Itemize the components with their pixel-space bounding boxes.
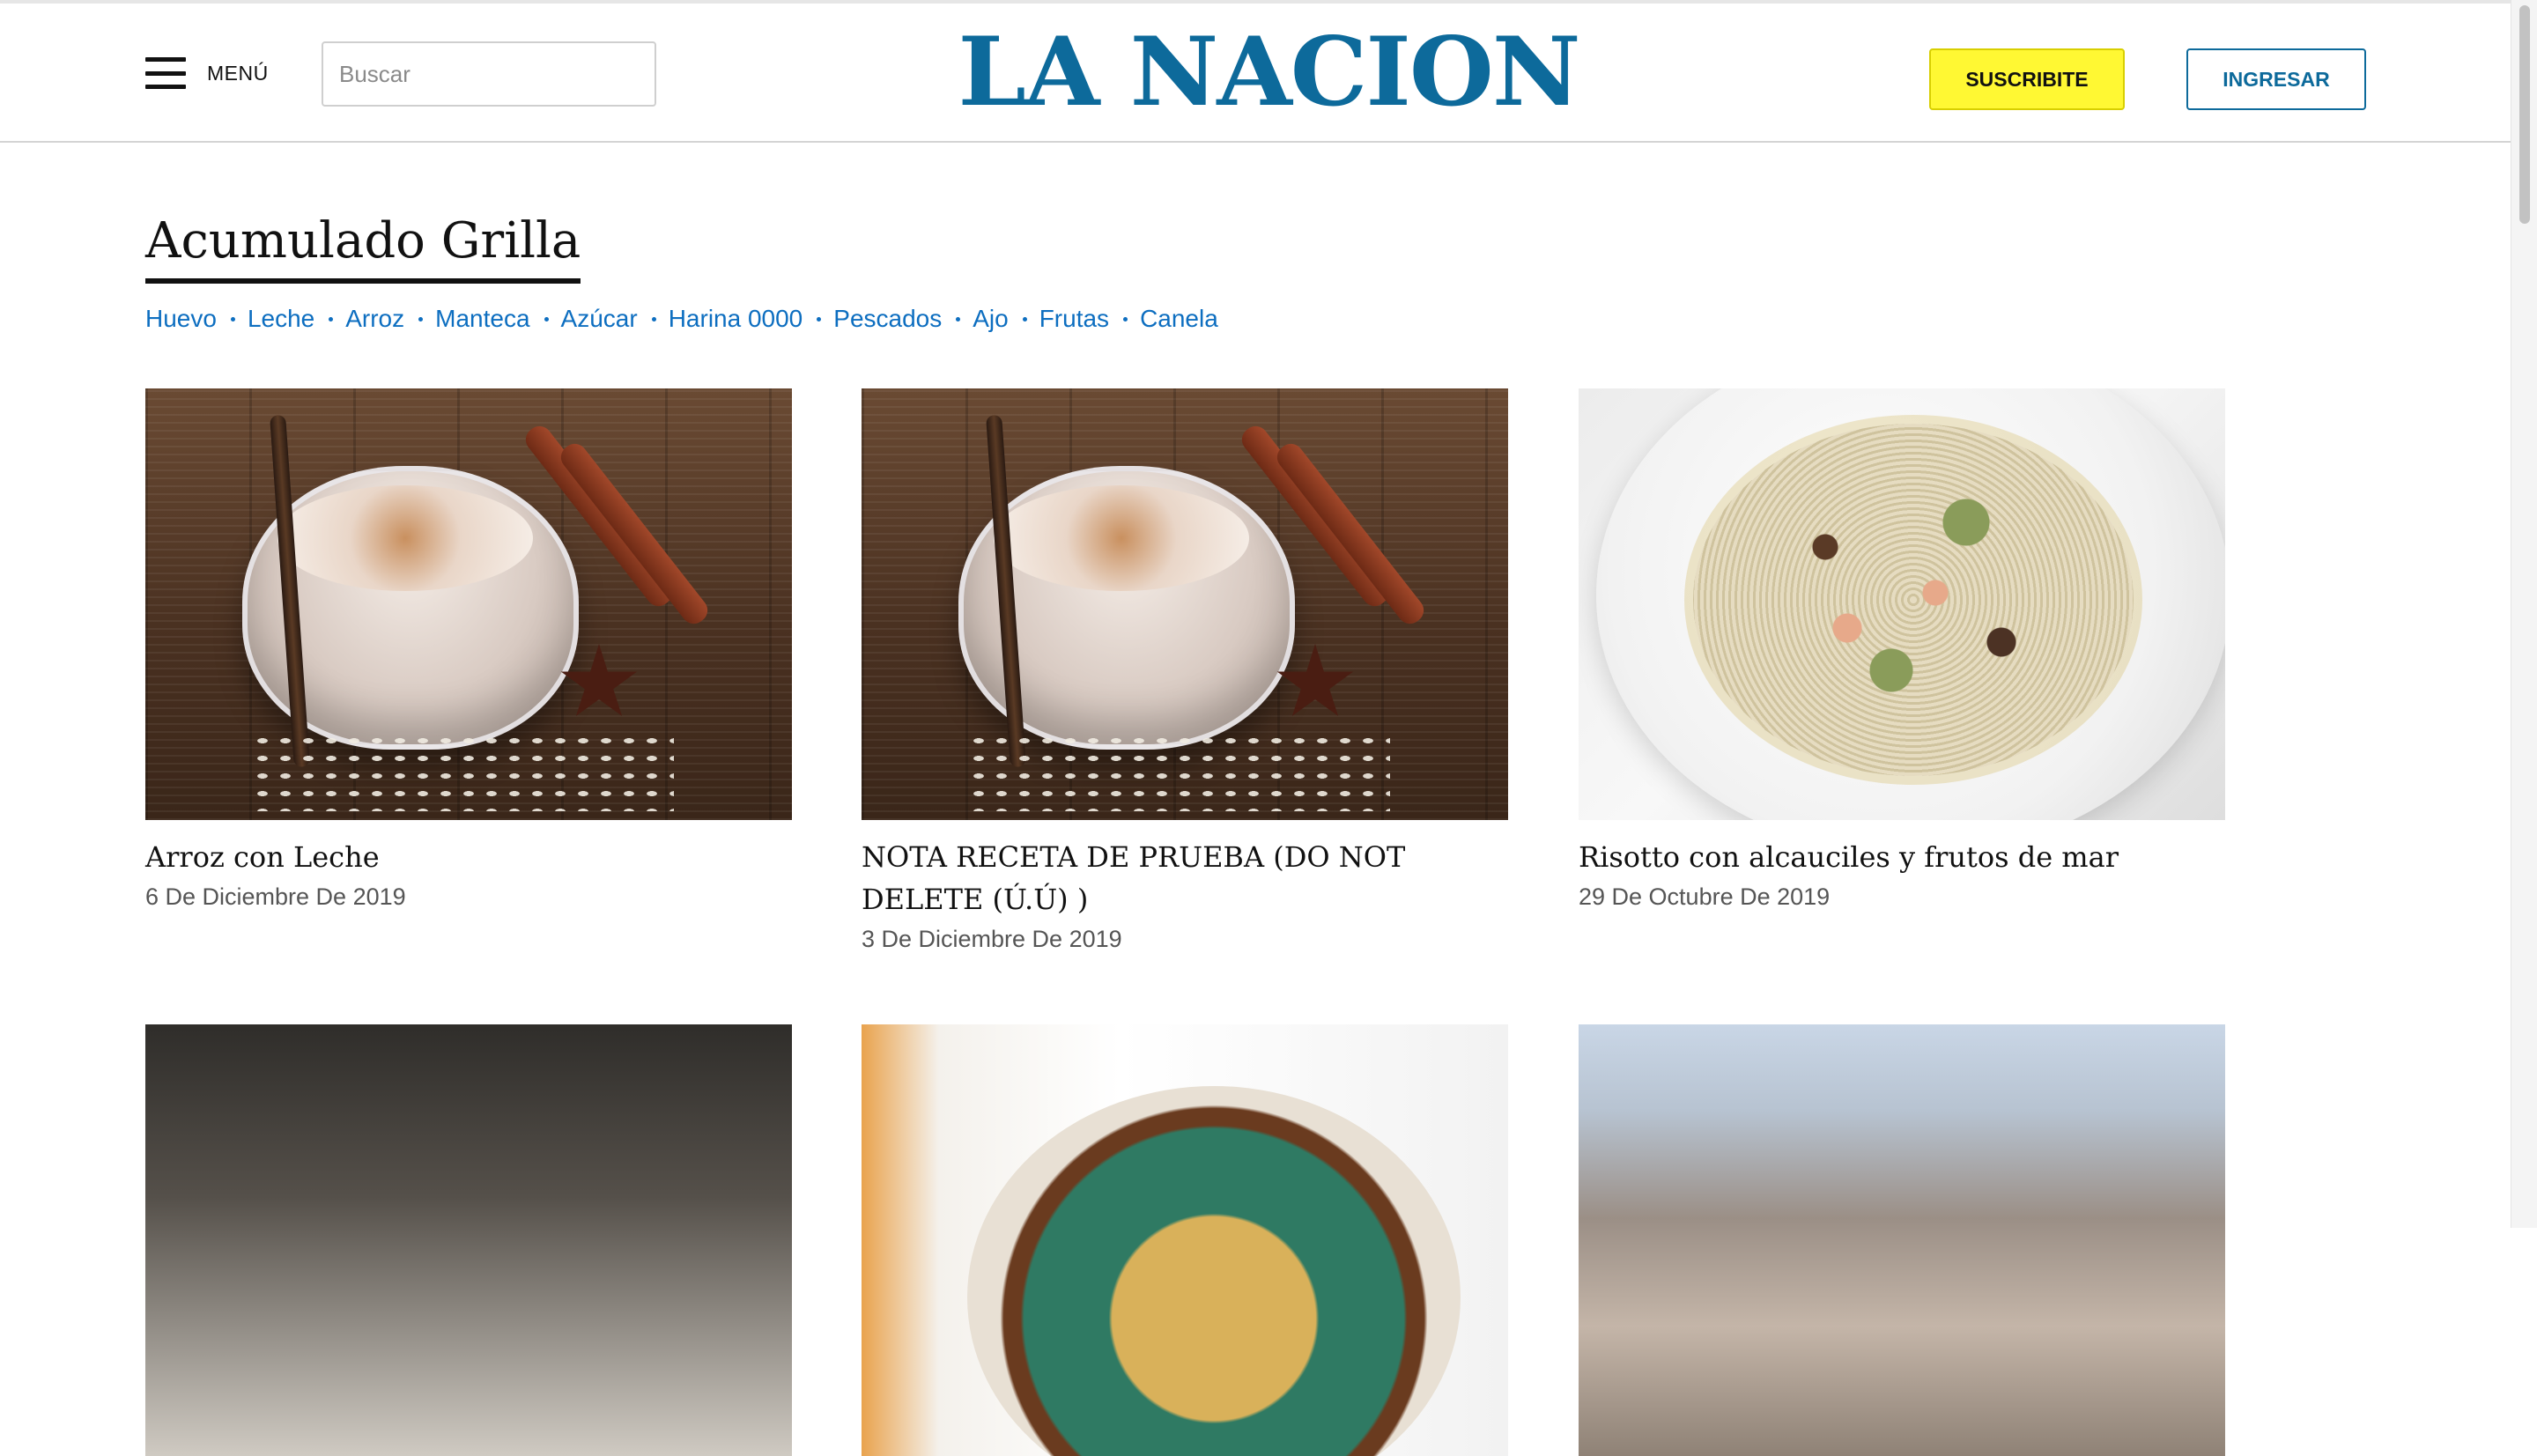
card-date: 6 De Diciembre De 2019 (145, 883, 406, 910)
city-skyline-photo[interactable] (1579, 1024, 2225, 1456)
tag-manteca[interactable]: Manteca (435, 305, 529, 333)
tag-separator (1022, 316, 1027, 322)
subscribe-button[interactable]: SUSCRIBITE (1929, 48, 2125, 110)
tag-leche[interactable]: Leche (248, 305, 314, 333)
page-title: Acumulado Grilla (145, 204, 581, 284)
recipe-card[interactable]: NOTA RECETA DE PRUEBA (DO NOT DELETE (Ú.… (862, 388, 1508, 953)
tag-separator (1123, 316, 1128, 322)
card-title[interactable]: Arroz con Leche (145, 836, 792, 878)
recipe-card[interactable] (862, 1024, 1508, 1456)
recipe-card[interactable]: Arroz con Leche 6 De Diciembre De 2019 (145, 388, 792, 911)
site-logo[interactable]: LA NACION (837, 16, 1699, 129)
recipe-card[interactable] (145, 1024, 792, 1456)
tag-ajo[interactable]: Ajo (973, 305, 1008, 333)
restaurant-dish-photo[interactable] (145, 1024, 792, 1456)
tag-separator (651, 316, 656, 322)
arroz-con-leche-photo[interactable] (862, 388, 1508, 820)
seafood-bowl-photo[interactable] (862, 1024, 1508, 1456)
arroz-con-leche-photo[interactable] (145, 388, 792, 820)
tag-separator (544, 316, 549, 322)
tag-separator (817, 316, 822, 322)
tag-frutas[interactable]: Frutas (1039, 305, 1109, 333)
login-button[interactable]: INGRESAR (2186, 48, 2366, 110)
menu-label: MENÚ (207, 61, 269, 85)
tag-canela[interactable]: Canela (1140, 305, 1218, 333)
ingredient-tags: Huevo Leche Arroz Manteca Azúcar Harina … (145, 305, 1218, 333)
tag-separator (956, 316, 961, 322)
tag-pescados[interactable]: Pescados (833, 305, 942, 333)
tag-huevo[interactable]: Huevo (145, 305, 217, 333)
menu-button[interactable]: MENÚ (145, 55, 269, 92)
card-title[interactable]: Risotto con alcauciles y frutos de mar (1579, 836, 2225, 878)
card-title[interactable]: NOTA RECETA DE PRUEBA (DO NOT DELETE (Ú.… (862, 836, 1508, 920)
tag-azucar[interactable]: Azúcar (561, 305, 638, 333)
tag-separator (329, 316, 334, 322)
hamburger-icon (145, 57, 186, 89)
risotto-photo[interactable] (1579, 388, 2225, 820)
site-header: MENÚ LA NACION SUSCRIBITE INGRESAR (0, 4, 2511, 143)
tag-separator (230, 316, 235, 322)
card-date: 3 De Diciembre De 2019 (862, 926, 1122, 952)
recipe-card[interactable]: Risotto con alcauciles y frutos de mar 2… (1579, 388, 2225, 911)
tag-separator (418, 316, 424, 322)
scrollbar-thumb[interactable] (2519, 5, 2530, 224)
tag-harina[interactable]: Harina 0000 (669, 305, 803, 333)
tag-arroz[interactable]: Arroz (345, 305, 404, 333)
page-scrollbar[interactable] (2511, 0, 2537, 1228)
recipe-card[interactable] (1579, 1024, 2225, 1456)
search-input[interactable] (322, 41, 656, 107)
card-date: 29 De Octubre De 2019 (1579, 883, 1831, 910)
